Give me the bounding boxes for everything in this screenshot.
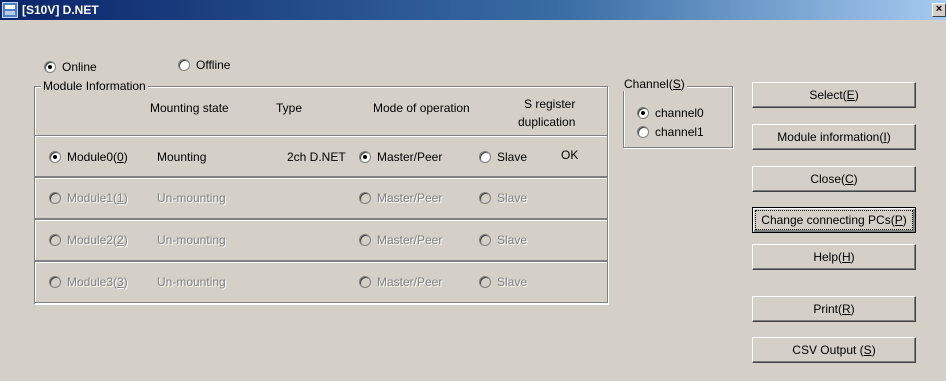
radio-disabled-icon <box>359 234 371 246</box>
module1-radio[interactable]: Module1(1) <box>49 191 128 205</box>
module3-label: Module3( <box>67 275 118 289</box>
window-title: [S10V] D.NET <box>22 3 99 17</box>
module2-slave-label: Slave <box>497 233 528 247</box>
module0-radio[interactable]: Module0(0) <box>49 150 128 164</box>
radio-disabled-icon <box>359 192 371 204</box>
csv-output-button[interactable]: CSV Output (S) <box>752 337 916 363</box>
header-mode: Mode of operation <box>373 101 470 115</box>
module3-master-label: Master/Peer <box>377 275 443 289</box>
select-button[interactable]: Select(E) <box>752 82 916 108</box>
module2-slave-radio[interactable]: Slave <box>479 233 527 247</box>
module3-master-radio[interactable]: Master/Peer <box>359 275 442 289</box>
module0-close: ) <box>123 150 128 164</box>
module-info-legend: Module Information <box>41 79 148 93</box>
close-button[interactable]: Close(C) <box>752 166 916 192</box>
channel-legend: Channel(S) <box>622 77 687 91</box>
radio-checked-icon <box>359 151 371 163</box>
radio-disabled-icon <box>479 276 491 288</box>
module0-slave-label: Slave <box>497 150 528 164</box>
module3-state: Un-mounting <box>157 275 226 289</box>
module0-master-radio[interactable]: Master/Peer <box>359 150 442 164</box>
radio-icon <box>178 59 190 71</box>
help-button[interactable]: Help(H) <box>752 244 916 270</box>
module1-slave-label: Slave <box>497 191 528 205</box>
close-window-button[interactable]: × <box>932 3 946 17</box>
radio-disabled-icon <box>359 276 371 288</box>
offline-label: Offline <box>196 58 231 72</box>
radio-disabled-icon <box>49 192 61 204</box>
radio-disabled-icon <box>479 234 491 246</box>
module1-label: Module1( <box>67 191 118 205</box>
radio-icon <box>637 126 649 138</box>
module3-radio[interactable]: Module3(3) <box>49 275 128 289</box>
module-information-button[interactable]: Module information(I) <box>752 124 916 150</box>
module2-close: ) <box>123 233 128 247</box>
module3-key: 3 <box>117 275 124 289</box>
online-label: Online <box>62 60 97 74</box>
radio-disabled-icon <box>49 234 61 246</box>
header-sreg-dup: duplication <box>518 115 576 129</box>
change-connecting-pcs-button[interactable]: Change connecting PCs(P) <box>752 207 916 233</box>
module2-master-radio[interactable]: Master/Peer <box>359 233 442 247</box>
module2-radio[interactable]: Module2(2) <box>49 233 128 247</box>
offline-radio[interactable]: Offline <box>178 58 230 72</box>
module1-master-radio[interactable]: Master/Peer <box>359 191 442 205</box>
module2-master-label: Master/Peer <box>377 233 443 247</box>
module1-state: Un-mounting <box>157 191 226 205</box>
channel1-label: channel1 <box>655 125 704 139</box>
module1-close: ) <box>123 191 128 205</box>
title-bar: [S10V] D.NET × <box>0 0 946 20</box>
radio-checked-icon <box>637 107 649 119</box>
online-radio[interactable]: Online <box>44 60 97 74</box>
module0-label: Module0( <box>67 150 118 164</box>
channel0-radio[interactable]: channel0 <box>637 106 704 120</box>
radio-checked-icon <box>49 151 61 163</box>
module0-state: Mounting <box>157 150 207 164</box>
channel1-radio[interactable]: channel1 <box>637 125 704 139</box>
channel0-label: channel0 <box>655 106 704 120</box>
module3-close: ) <box>123 275 128 289</box>
module2-label: Module2( <box>67 233 118 247</box>
module0-master-label: Master/Peer <box>377 150 443 164</box>
module3-slave-radio[interactable]: Slave <box>479 275 527 289</box>
radio-disabled-icon <box>49 276 61 288</box>
radio-icon <box>479 151 491 163</box>
module0-sreg: OK <box>561 148 579 162</box>
print-button[interactable]: Print(R) <box>752 296 916 322</box>
module0-slave-radio[interactable]: Slave <box>479 150 527 164</box>
module0-key: 0 <box>117 150 124 164</box>
module-row-1: Module1(1) Un-mounting Master/Peer Slave <box>34 177 608 219</box>
app-icon <box>2 2 18 18</box>
module1-key: 1 <box>117 191 124 205</box>
module2-key: 2 <box>117 233 124 247</box>
radio-checked-icon <box>44 61 56 73</box>
module0-type: 2ch D.NET <box>287 150 346 164</box>
module-row-2: Module2(2) Un-mounting Master/Peer Slave <box>34 219 608 261</box>
radio-disabled-icon <box>479 192 491 204</box>
module1-master-label: Master/Peer <box>377 191 443 205</box>
module2-state: Un-mounting <box>157 233 226 247</box>
header-sreg: S register <box>524 97 576 111</box>
module-row-0: Module0(0) Mounting 2ch D.NET Master/Pee… <box>34 135 608 177</box>
header-type: Type <box>276 101 303 115</box>
header-mounting-state: Mounting state <box>150 101 229 115</box>
module-row-3: Module3(3) Un-mounting Master/Peer Slave <box>34 261 608 303</box>
module3-slave-label: Slave <box>497 275 528 289</box>
module1-slave-radio[interactable]: Slave <box>479 191 527 205</box>
